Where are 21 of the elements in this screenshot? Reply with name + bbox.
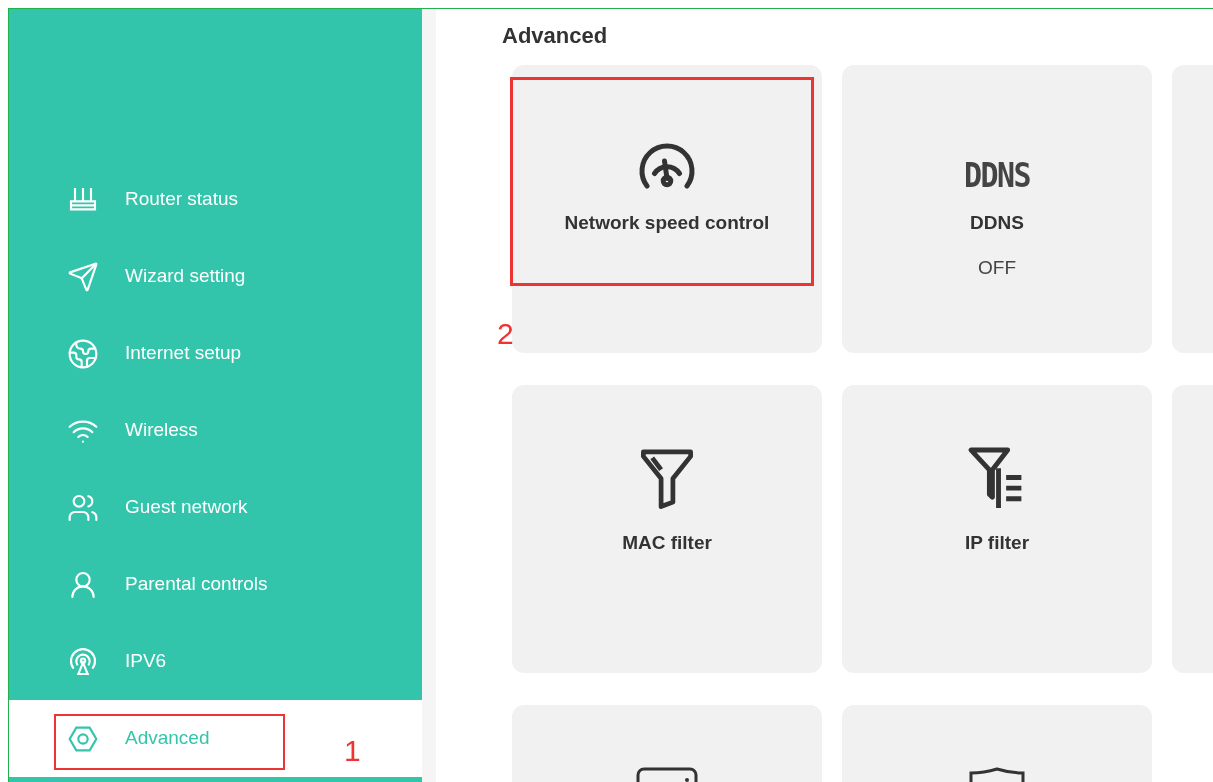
annotation-number: 2: [497, 319, 514, 349]
sidebar-item[interactable]: Router status: [9, 161, 422, 238]
sidebar-item[interactable]: Parental controls: [9, 546, 422, 623]
sidebar-item[interactable]: Guest network: [9, 469, 422, 546]
card-status: OFF: [978, 255, 1016, 280]
card-title: MAC filter: [622, 531, 712, 555]
card-title: IP filter: [964, 531, 1030, 555]
sidebar-item[interactable]: Wireless: [9, 392, 422, 469]
sidebar-item[interactable]: IPV6: [9, 623, 422, 700]
annotation-number: 1: [344, 736, 361, 766]
feature-card[interactable]: IP filter: [842, 385, 1152, 673]
sidebar-item[interactable]: Internet setup: [9, 315, 422, 392]
card-title: Network speed control: [564, 211, 770, 235]
sidebar-item[interactable]: Advanced 1: [9, 700, 422, 777]
sidebar-item[interactable]: Wizard setting: [9, 238, 422, 315]
feature-card[interactable]: DDNS DDNS OFF: [842, 65, 1152, 353]
feature-card[interactable]: Network speed control: [512, 65, 822, 353]
feature-card[interactable]: MAC filter: [512, 385, 822, 673]
card-title: DDNS: [970, 211, 1024, 235]
page-title: Advanced: [502, 22, 609, 50]
ddns-icon: DDNS: [963, 159, 1031, 193]
